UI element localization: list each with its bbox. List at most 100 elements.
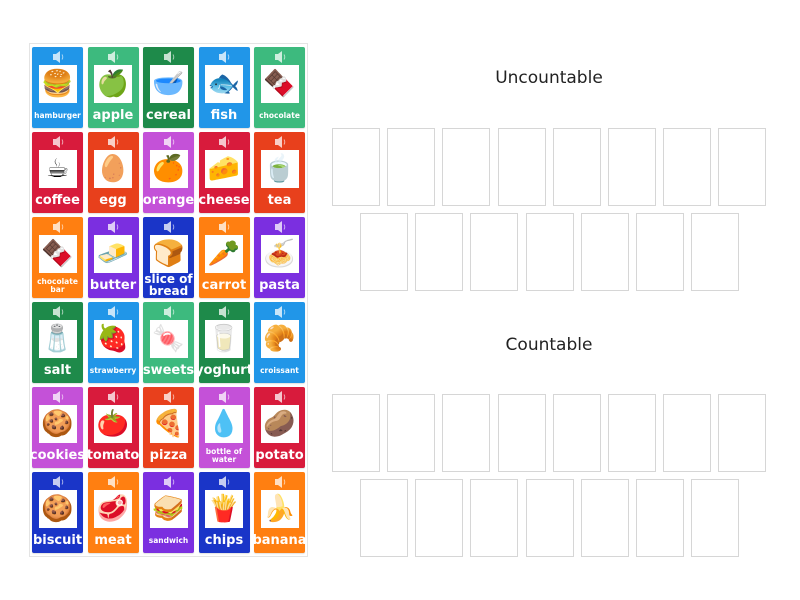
- speaker-icon[interactable]: [106, 476, 120, 488]
- food-card-sweets[interactable]: 🍬 sweets: [143, 302, 194, 383]
- drop-slot-uncountable[interactable]: [415, 213, 464, 291]
- drop-slot-uncountable[interactable]: [442, 128, 491, 206]
- speaker-icon[interactable]: [51, 476, 65, 488]
- speaker-icon[interactable]: [162, 221, 176, 233]
- food-card-tomato[interactable]: 🍅 tomato: [87, 387, 139, 468]
- drop-slot-uncountable[interactable]: [691, 213, 740, 291]
- speaker-icon[interactable]: [217, 306, 231, 318]
- speaker-icon[interactable]: [106, 136, 120, 148]
- food-card-salt[interactable]: 🧂 salt: [32, 302, 83, 383]
- drop-slot-countable[interactable]: [360, 479, 408, 557]
- drop-slot-countable[interactable]: [718, 394, 767, 472]
- food-card-coffee[interactable]: ☕ coffee: [32, 132, 83, 213]
- drop-slot-uncountable[interactable]: [636, 213, 684, 291]
- drop-slot-countable[interactable]: [608, 394, 656, 472]
- food-card-potato[interactable]: 🥔 potato: [254, 387, 305, 468]
- speaker-icon[interactable]: [217, 476, 231, 488]
- drop-slot-countable[interactable]: [470, 479, 519, 557]
- drop-slot-uncountable[interactable]: [718, 128, 767, 206]
- food-card-chips[interactable]: 🍟 chips: [198, 472, 250, 553]
- drop-slot-uncountable[interactable]: [497, 128, 546, 206]
- drop-slot-countable[interactable]: [442, 394, 491, 472]
- speaker-icon[interactable]: [51, 136, 65, 148]
- speaker-icon[interactable]: [106, 391, 120, 403]
- speaker-icon[interactable]: [51, 391, 65, 403]
- food-card-yoghurt[interactable]: 🥛 yoghurt: [195, 302, 253, 383]
- drop-slot-countable[interactable]: [387, 394, 436, 472]
- drop-slot-countable[interactable]: [497, 394, 546, 472]
- food-card-carrot[interactable]: 🥕 carrot: [198, 217, 250, 298]
- speaker-icon[interactable]: [217, 221, 231, 233]
- food-card-butter[interactable]: 🧈 butter: [87, 217, 139, 298]
- food-card-pizza[interactable]: 🍕 pizza: [143, 387, 194, 468]
- food-card-chocolate[interactable]: 🍫 chocolate: [254, 47, 305, 128]
- food-card-apple[interactable]: 🍏 apple: [87, 47, 139, 128]
- food-card-banana[interactable]: 🍌 banana: [252, 472, 307, 553]
- card-label: sweets: [142, 362, 195, 378]
- speaker-icon[interactable]: [106, 221, 120, 233]
- card-label: carrot: [201, 277, 247, 293]
- drop-slot-uncountable[interactable]: [360, 213, 408, 291]
- speaker-icon[interactable]: [162, 136, 176, 148]
- speaker-icon[interactable]: [162, 476, 176, 488]
- food-card-cereal[interactable]: 🥣 cereal: [143, 47, 194, 128]
- drop-slot-countable[interactable]: [663, 394, 712, 472]
- drop-slot-uncountable[interactable]: [332, 128, 380, 206]
- speaker-icon[interactable]: [51, 306, 65, 318]
- food-card-hamburger[interactable]: 🍔 hamburger: [32, 47, 83, 128]
- drop-slot-countable[interactable]: [580, 479, 629, 557]
- food-card-biscuit[interactable]: 🍪 biscuit: [32, 472, 83, 553]
- drop-slot-countable[interactable]: [691, 479, 740, 557]
- chips-icon: 🍟: [205, 490, 243, 528]
- speaker-icon[interactable]: [217, 391, 231, 403]
- drop-slot-uncountable[interactable]: [580, 213, 629, 291]
- drop-slot-countable[interactable]: [636, 479, 684, 557]
- food-card-egg[interactable]: 🥚 egg: [87, 132, 139, 213]
- croissant-icon: 🥐: [260, 320, 299, 358]
- food-card-croissant[interactable]: 🥐 croissant: [254, 302, 305, 383]
- food-card-orange[interactable]: 🍊 orange: [143, 132, 194, 213]
- tomato-icon: 🍅: [94, 405, 132, 443]
- drop-slot-countable[interactable]: [525, 479, 574, 557]
- drop-slot-uncountable[interactable]: [387, 128, 436, 206]
- speaker-icon[interactable]: [106, 51, 120, 63]
- food-card-cheese[interactable]: 🧀 cheese: [198, 132, 250, 213]
- drop-slot-uncountable[interactable]: [470, 213, 519, 291]
- speaker-icon[interactable]: [273, 51, 287, 63]
- speaker-icon[interactable]: [51, 221, 65, 233]
- food-card-slice-of-bread[interactable]: 🍞 slice of bread: [143, 217, 194, 298]
- drop-slot-uncountable[interactable]: [663, 128, 712, 206]
- food-card-sandwich[interactable]: 🥪 sandwich: [143, 472, 194, 553]
- card-label: yoghurt: [195, 362, 253, 378]
- food-card-chocolate-bar[interactable]: 🍫 chocolate bar: [32, 217, 83, 298]
- card-label: pasta: [259, 277, 300, 293]
- group-title-countable: Countable: [505, 335, 593, 355]
- speaker-icon[interactable]: [51, 51, 65, 63]
- food-card-bottle-of-water[interactable]: 💧 bottle of water: [198, 387, 250, 468]
- card-label: coffee: [35, 192, 80, 208]
- food-card-pasta[interactable]: 🍝 pasta: [254, 217, 305, 298]
- speaker-icon[interactable]: [273, 136, 287, 148]
- speaker-icon[interactable]: [162, 391, 176, 403]
- food-card-tea[interactable]: 🍵 tea: [254, 132, 305, 213]
- drop-slot-uncountable[interactable]: [552, 128, 601, 206]
- food-card-strawberry[interactable]: 🍓 strawberry: [87, 302, 139, 383]
- speaker-icon[interactable]: [106, 306, 120, 318]
- drop-slot-countable[interactable]: [415, 479, 464, 557]
- food-card-meat[interactable]: 🥩 meat: [87, 472, 139, 553]
- food-card-fish[interactable]: 🐟 fish: [198, 47, 250, 128]
- drop-slot-uncountable[interactable]: [608, 128, 656, 206]
- drop-slot-countable[interactable]: [552, 394, 601, 472]
- speaker-icon[interactable]: [217, 51, 231, 63]
- speaker-icon[interactable]: [162, 51, 176, 63]
- food-card-cookies[interactable]: 🍪 cookies: [30, 387, 85, 468]
- speaker-icon[interactable]: [217, 136, 231, 148]
- fish-icon: 🐟: [205, 65, 243, 103]
- speaker-icon[interactable]: [162, 306, 176, 318]
- speaker-icon[interactable]: [273, 221, 287, 233]
- speaker-icon[interactable]: [273, 476, 287, 488]
- speaker-icon[interactable]: [273, 306, 287, 318]
- speaker-icon[interactable]: [273, 391, 287, 403]
- drop-slot-uncountable[interactable]: [525, 213, 574, 291]
- drop-slot-countable[interactable]: [332, 394, 380, 472]
